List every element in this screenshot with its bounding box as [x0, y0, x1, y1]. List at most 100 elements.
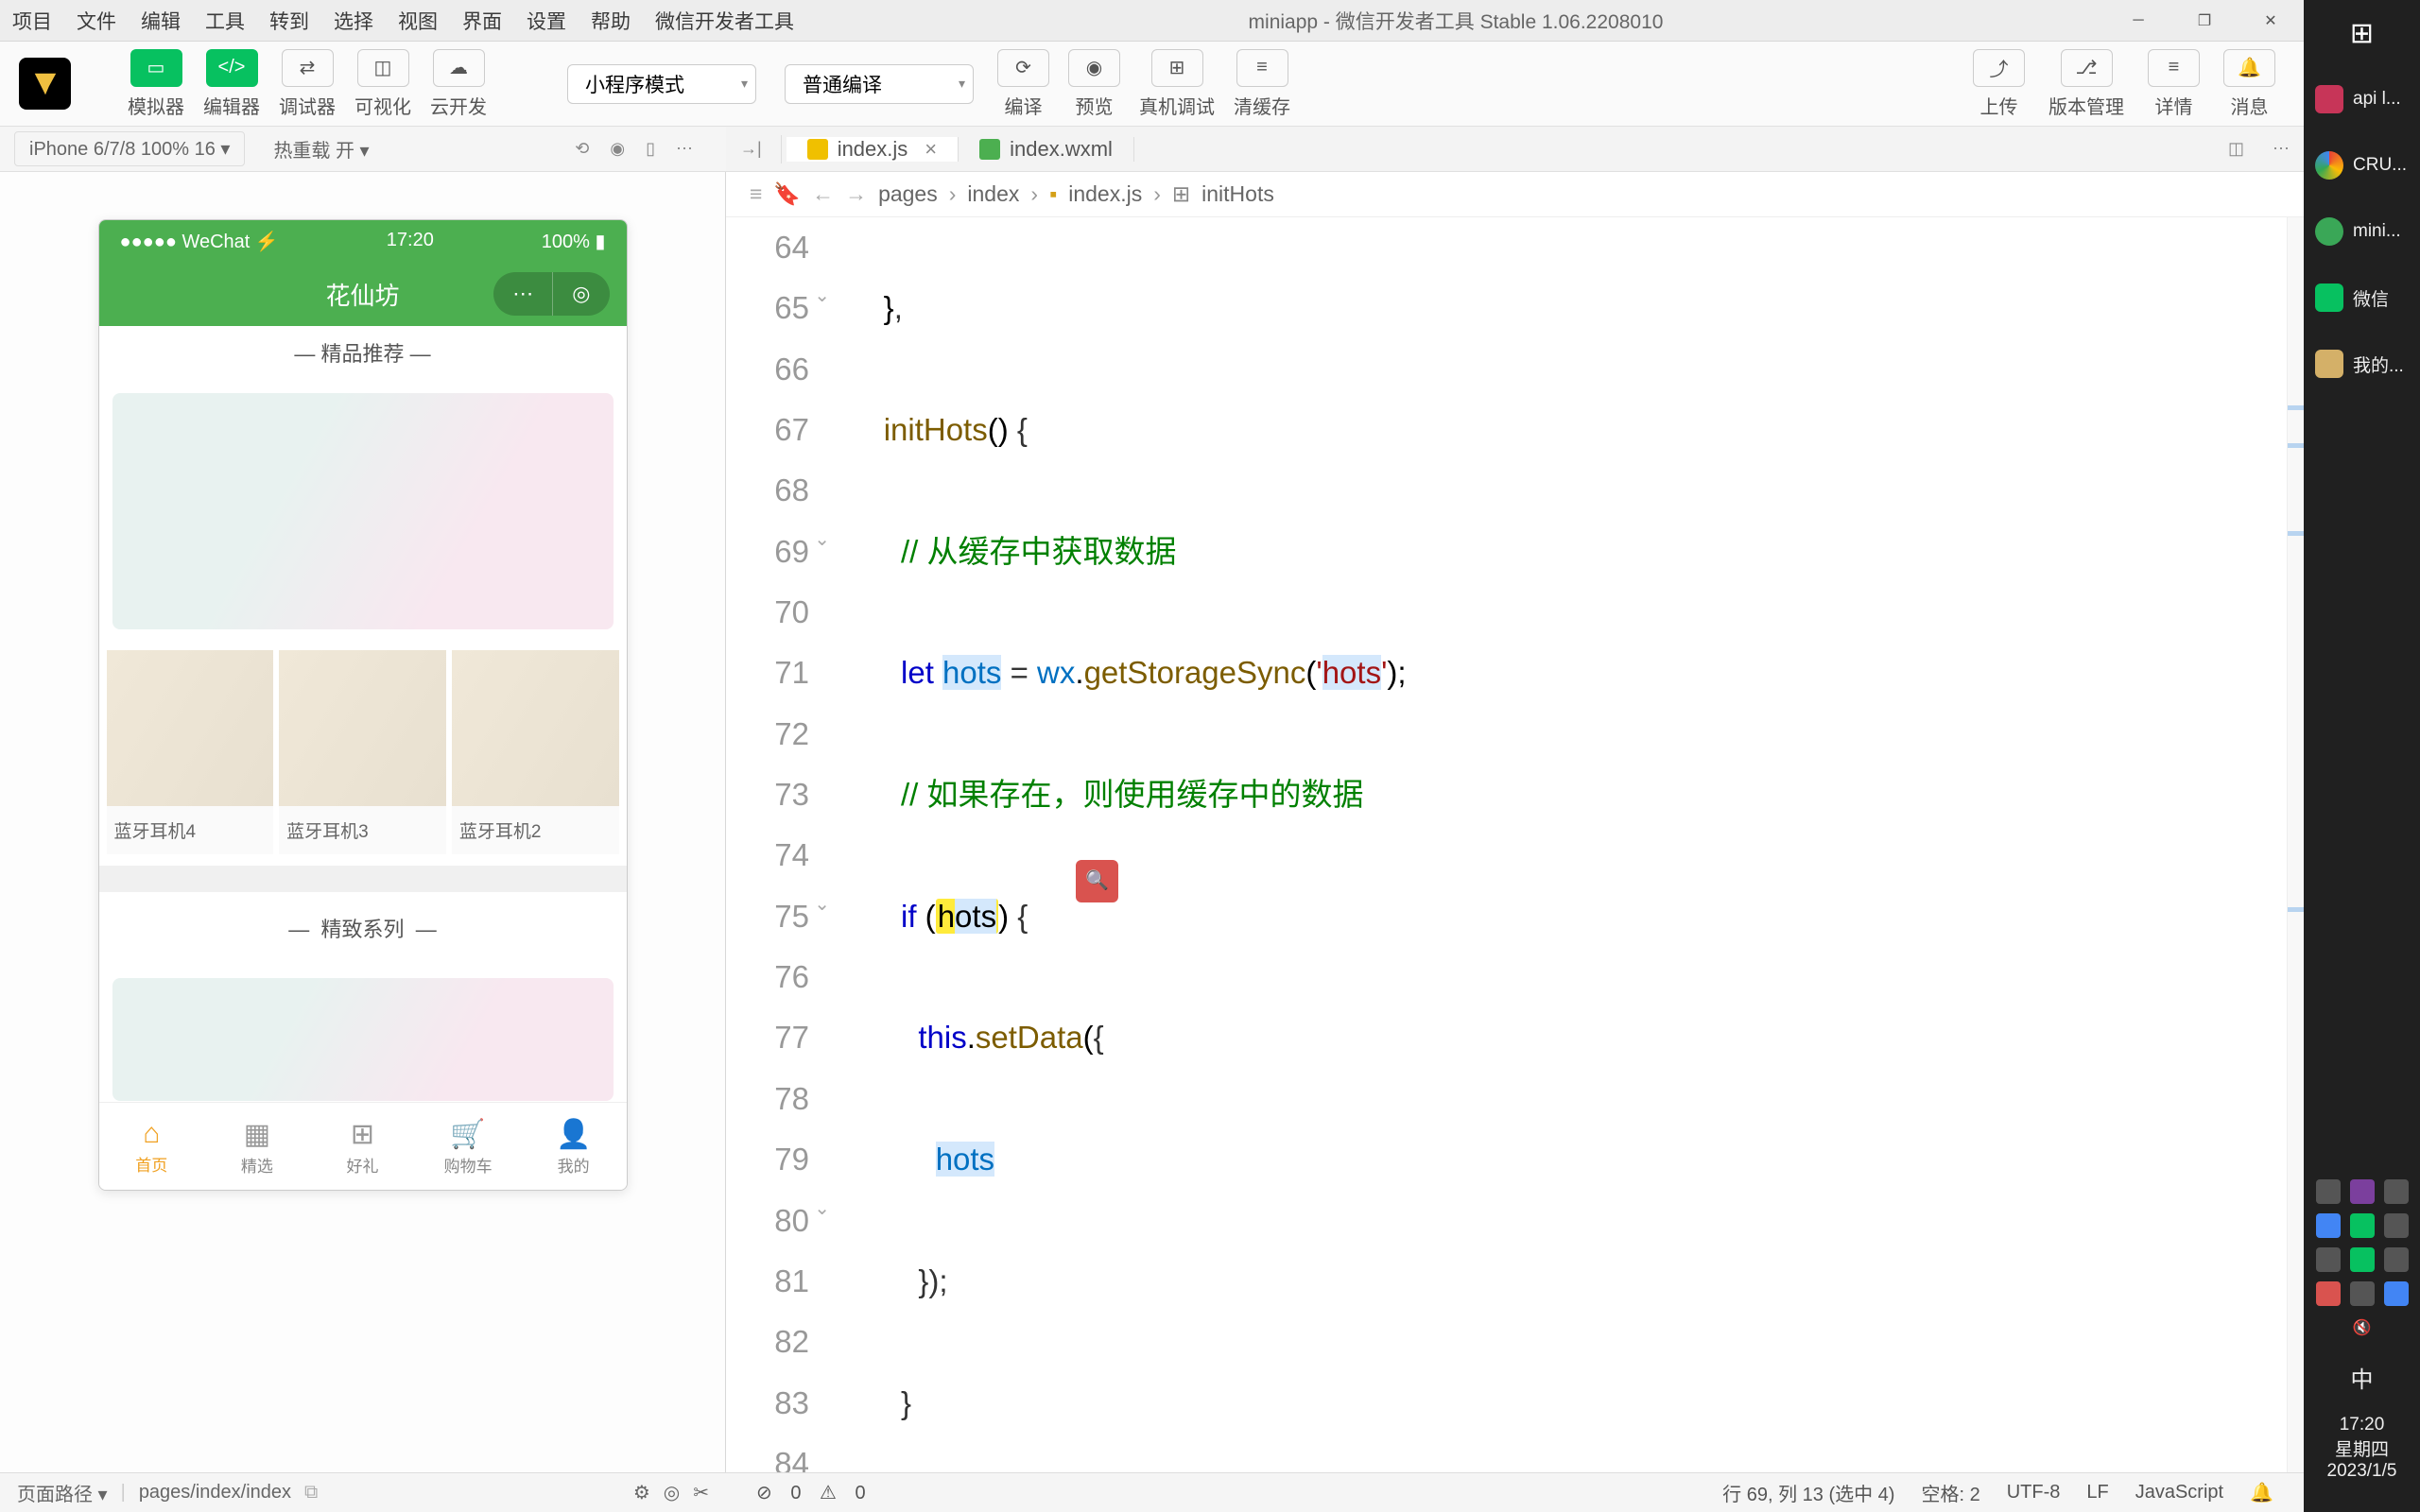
breadcrumb[interactable]: ≡ 🔖 ← → pages› index› ▪index.js› ⊞initHo… — [726, 172, 2304, 217]
page-path: pages/index/index — [139, 1482, 291, 1503]
menu-file[interactable]: 文件 — [64, 7, 129, 35]
message-button[interactable]: 🔔消息 — [2214, 49, 2285, 119]
compile-button[interactable]: ⟳编译 — [988, 49, 1059, 119]
device-bar: iPhone 6/7/8 100% 16 ▾ 热重载 开 ▾ ⟲ ◉ ▯ ⋯ — [0, 127, 726, 172]
errors-count[interactable]: ⊘ 0 ⚠ 0 — [756, 1481, 879, 1504]
menu-edit[interactable]: 编辑 — [129, 7, 193, 35]
wxml-file-icon — [979, 139, 1000, 160]
code-content[interactable]: }, initHots() { // 从缓存中获取数据 let hots = w… — [830, 217, 2287, 1472]
maximize-button[interactable]: ❐ — [2171, 0, 2238, 42]
menu-ui[interactable]: 界面 — [450, 7, 514, 35]
phone-nav-bar: 花仙坊 ⋯ ◎ — [99, 263, 627, 326]
system-tray[interactable]: 🔇 — [2304, 1162, 2420, 1351]
simulator-status: 页面路径 ▾ | pages/index/index ⧉ ⚙ ◎ ✂ — [0, 1472, 726, 1512]
titlebar: 项目 文件 编辑 工具 转到 选择 视图 界面 设置 帮助 微信开发者工具 mi… — [0, 0, 2304, 42]
hero-image[interactable] — [112, 393, 614, 629]
device-selector[interactable]: iPhone 6/7/8 100% 16 ▾ — [14, 131, 245, 166]
scene-icon[interactable]: ◎ — [664, 1481, 680, 1504]
menu-view[interactable]: 视图 — [386, 7, 450, 35]
menu-help[interactable]: 帮助 — [579, 7, 643, 35]
more-icon[interactable]: ⋯ — [676, 139, 693, 159]
editor-pane: ≡ 🔖 ← → pages› index› ▪index.js› ⊞initHo… — [726, 172, 2304, 1472]
simulator-pane: ●●●●● WeChat ⚡ 17:20 100% ▮ 花仙坊 ⋯ ◎ — 精品… — [0, 172, 726, 1472]
task-wechat[interactable]: 微信 — [2304, 265, 2420, 331]
product-card[interactable]: 蓝牙耳机4 — [107, 650, 274, 854]
clock[interactable]: 17:20 星期四 2023/1/5 — [2304, 1403, 2420, 1493]
cloud-button[interactable]: ☁云开发 — [421, 49, 496, 119]
windows-taskbar: ⊞ api l... CRU... mini... 微信 我的... 🔇 中 1… — [2304, 0, 2420, 1512]
language-info[interactable]: JavaScript — [2135, 1482, 2223, 1503]
cursor-position[interactable]: 行 69, 列 13 (选中 4) — [1722, 1479, 1894, 1506]
tabbar-featured[interactable]: ▦精选 — [204, 1103, 310, 1190]
toolbar: ▭模拟器 </>编辑器 ⇄调试器 ◫可视化 ☁云开发 小程序模式 普通编译 ⟳编… — [0, 42, 2304, 127]
code-editor[interactable]: 64 65⌄ 66 67 68 69⌄ 70 71 72 73 74 75⌄ 7… — [726, 217, 2304, 1472]
menu-tool[interactable]: 工具 — [193, 7, 257, 35]
js-file-icon — [807, 139, 828, 160]
minimize-button[interactable]: ─ — [2105, 0, 2171, 42]
start-button[interactable]: ⊞ — [2304, 0, 2420, 66]
minimap[interactable] — [2287, 217, 2304, 1472]
mode-dropdown[interactable]: 小程序模式 — [567, 64, 756, 104]
device-icon[interactable]: ▯ — [646, 139, 655, 159]
simulator-button[interactable]: ▭模拟器 — [118, 49, 194, 119]
copy-icon[interactable]: ⧉ — [304, 1482, 318, 1503]
detail-button[interactable]: ≡详情 — [2138, 49, 2209, 119]
remote-debug-button[interactable]: ⊞真机调试 — [1130, 49, 1224, 119]
more-editor-icon[interactable]: ⋯ — [2258, 139, 2304, 159]
phone-tabbar: ⌂首页 ▦精选 ⊞好礼 🛒购物车 👤我的 — [99, 1102, 627, 1190]
section-title-featured: — 精品推荐 — — [99, 326, 627, 379]
task-folder[interactable]: 我的... — [2304, 331, 2420, 397]
capsule-close-icon[interactable]: ◎ — [553, 272, 609, 316]
line-gutter: 64 65⌄ 66 67 68 69⌄ 70 71 72 73 74 75⌄ 7… — [726, 217, 830, 1472]
collapse-icon[interactable]: →| — [726, 139, 776, 159]
editor-button[interactable]: </>编辑器 — [194, 49, 269, 119]
section-title-fine: — 精致系列 — — [99, 892, 627, 964]
tabbar-mine[interactable]: 👤我的 — [521, 1103, 627, 1190]
product-card[interactable]: 蓝牙耳机3 — [279, 650, 446, 854]
editor-status: ⊘ 0 ⚠ 0 行 69, 列 13 (选中 4) 空格: 2 UTF-8 LF… — [726, 1472, 2304, 1512]
hotreload-toggle[interactable]: 热重载 开 ▾ — [259, 130, 383, 167]
close-tab-icon[interactable]: × — [925, 137, 937, 162]
debugger-button[interactable]: ⇄调试器 — [269, 49, 345, 119]
upload-button[interactable]: ⤴上传 — [1963, 49, 2034, 119]
clear-cache-button[interactable]: ≡清缓存 — [1224, 49, 1300, 119]
menu-devtools[interactable]: 微信开发者工具 — [643, 7, 806, 35]
split-editor-icon[interactable]: ◫ — [2214, 139, 2258, 159]
eol-info[interactable]: LF — [2086, 1482, 2108, 1503]
tabbar-cart[interactable]: 🛒购物车 — [415, 1103, 521, 1190]
close-button[interactable]: ✕ — [2238, 0, 2304, 42]
task-api[interactable]: api l... — [2304, 66, 2420, 132]
version-button[interactable]: ⎇版本管理 — [2039, 49, 2134, 119]
search-icon[interactable]: 🔍 — [1076, 860, 1118, 902]
tabbar-home[interactable]: ⌂首页 — [99, 1103, 205, 1190]
product-card[interactable]: 蓝牙耳机2 — [452, 650, 619, 854]
capsule-menu-icon[interactable]: ⋯ — [493, 272, 553, 316]
encoding-info[interactable]: UTF-8 — [2007, 1482, 2061, 1503]
menu-select[interactable]: 选择 — [321, 7, 386, 35]
refresh-icon[interactable]: ⟲ — [575, 139, 589, 159]
stop-icon[interactable]: ◉ — [610, 139, 625, 159]
tab-index-wxml[interactable]: index.wxml — [959, 137, 1134, 162]
task-mini[interactable]: mini... — [2304, 198, 2420, 265]
indent-info[interactable]: 空格: 2 — [1921, 1479, 1979, 1506]
cut-icon[interactable]: ✂ — [693, 1481, 709, 1504]
ime-indicator[interactable]: 中 — [2304, 1351, 2420, 1403]
menu-goto[interactable]: 转到 — [257, 7, 321, 35]
bell-icon[interactable]: 🔔 — [2250, 1481, 2273, 1504]
window-title: miniapp - 微信开发者工具 Stable 1.06.2208010 — [806, 7, 2105, 35]
menu-bar: 项目 文件 编辑 工具 转到 选择 视图 界面 设置 帮助 微信开发者工具 — [0, 7, 806, 35]
editor-tab-bar: →| index.js × index.wxml ◫ ⋯ — [726, 127, 2304, 172]
cog-icon[interactable]: ⚙ — [633, 1481, 650, 1504]
phone-frame: ●●●●● WeChat ⚡ 17:20 100% ▮ 花仙坊 ⋯ ◎ — 精品… — [98, 219, 628, 1191]
task-chrome[interactable]: CRU... — [2304, 132, 2420, 198]
hero-image-2[interactable] — [112, 978, 614, 1101]
tab-index-js[interactable]: index.js × — [786, 137, 959, 162]
tabbar-gift[interactable]: ⊞好礼 — [310, 1103, 416, 1190]
preview-button[interactable]: ◉预览 — [1059, 49, 1130, 119]
page-path-label[interactable]: 页面路径 ▾ — [17, 1479, 108, 1506]
visualize-button[interactable]: ◫可视化 — [345, 49, 421, 119]
app-logo — [19, 58, 71, 110]
menu-project[interactable]: 项目 — [0, 7, 64, 35]
menu-settings[interactable]: 设置 — [514, 7, 579, 35]
compile-dropdown[interactable]: 普通编译 — [785, 64, 974, 104]
